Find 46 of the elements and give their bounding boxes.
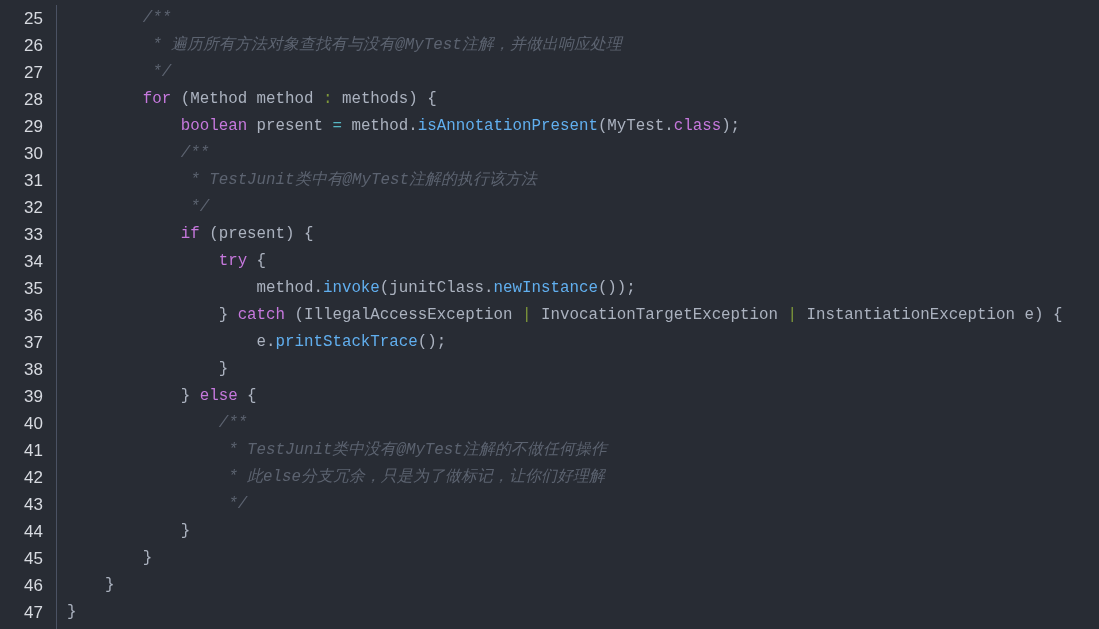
line-number: 28	[24, 89, 43, 111]
code-line: try {	[218, 251, 267, 272]
code-line: if (present) {	[180, 224, 314, 245]
line-number: 36	[24, 305, 43, 327]
code-comment: * 遍历所有方法对象查找有与没有@MyTest注解，并做出响应处理	[151, 34, 622, 56]
code-comment: /**	[142, 8, 172, 29]
code-comment: /**	[218, 413, 248, 434]
code-line: method.invoke(junitClass.newInstance());	[256, 278, 636, 299]
code-comment: */	[189, 197, 210, 218]
line-number: 47	[24, 602, 43, 624]
line-number: 40	[24, 413, 43, 435]
code-line: }	[67, 602, 77, 623]
line-number: 34	[24, 251, 43, 273]
code-line: }	[218, 359, 229, 380]
line-number: 42	[24, 467, 43, 489]
code-line: } else {	[180, 386, 257, 407]
line-number: 38	[24, 359, 43, 381]
code-comment: */	[151, 62, 172, 83]
line-number: 32	[24, 197, 43, 219]
line-number: 39	[24, 386, 43, 408]
code-comment: * 此else分支冗余，只是为了做标记，让你们好理解	[227, 467, 606, 488]
code-line: boolean present = method.isAnnotationPresent(MyTest.class);	[180, 116, 741, 137]
code-line: }	[104, 575, 115, 596]
code-comment: * TestJunit类中有@MyTest注解的执行该方法	[189, 169, 537, 191]
code-line: } catch (IllegalAccessException | InvocationTargetException | InstantiationException e) {	[218, 305, 1063, 326]
line-number: 46	[24, 575, 43, 597]
line-number: 29	[24, 116, 43, 138]
line-number: 26	[24, 35, 43, 57]
line-number: 35	[24, 278, 43, 300]
line-number: 31	[24, 170, 43, 192]
code-line: }	[180, 521, 191, 542]
code-comment: * TestJunit类中没有@MyTest注解的不做任何操作	[227, 440, 607, 461]
code-line: e.printStackTrace();	[256, 332, 447, 353]
code-comment: */	[227, 494, 248, 515]
line-number: 43	[24, 494, 43, 516]
line-number: 45	[24, 548, 43, 570]
line-number: 27	[24, 62, 43, 84]
code-line: for (Method method : methods) {	[142, 89, 437, 110]
code-comment: /**	[180, 143, 210, 164]
code-line: }	[142, 548, 153, 569]
line-number: 33	[24, 224, 43, 246]
line-number: 30	[24, 143, 43, 165]
line-number: 44	[24, 521, 43, 543]
line-number: 37	[24, 332, 43, 354]
line-number: 41	[24, 440, 43, 462]
line-number: 25	[24, 8, 43, 30]
